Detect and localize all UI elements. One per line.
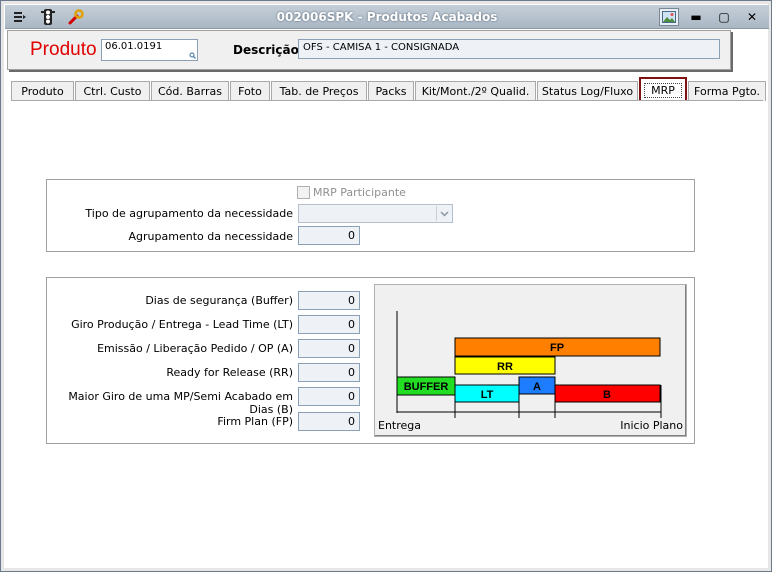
mrp-participante-row[interactable]: MRP Participante bbox=[297, 186, 406, 199]
produto-field[interactable]: 06.01.0191 bbox=[101, 39, 198, 61]
window-title: 002006SPK - Produtos Acabados bbox=[276, 10, 498, 24]
lt-block-label: LT bbox=[481, 389, 494, 401]
produto-value: 06.01.0191 bbox=[105, 41, 163, 52]
tipo-agrupamento-select[interactable] bbox=[298, 204, 453, 223]
image-icon[interactable] bbox=[659, 8, 679, 26]
firm-plan-label: Firm Plan (FP) bbox=[217, 415, 293, 428]
tab-label: Produto bbox=[21, 85, 64, 98]
tab-label: Cód. Barras bbox=[158, 85, 222, 98]
inicio-plano-label: Inicio Plano bbox=[620, 419, 683, 432]
a-block-label: A bbox=[533, 381, 541, 393]
buffer-input[interactable]: 0 bbox=[298, 291, 360, 310]
tab-label: Foto bbox=[238, 85, 262, 98]
rr-block-label: RR bbox=[497, 361, 513, 373]
tab-packs[interactable]: Packs bbox=[368, 81, 414, 101]
buffer-block-label: BUFFER bbox=[404, 381, 449, 393]
buffer-label: Dias de segurança (Buffer) bbox=[145, 294, 293, 307]
mrp-days-group: Dias de segurança (Buffer) 0 Giro Produç… bbox=[46, 277, 695, 444]
lead-time-input[interactable]: 0 bbox=[298, 315, 360, 334]
descricao-label: Descrição bbox=[233, 43, 299, 57]
emissao-label: Emissão / Liberação Pedido / OP (A) bbox=[97, 342, 293, 355]
tab-label: Tab. de Preços bbox=[279, 85, 359, 98]
tab-divider bbox=[11, 100, 763, 101]
fp-block-label: FP bbox=[550, 342, 564, 354]
tab-label: Status Log/Fluxo bbox=[541, 85, 634, 98]
tab-label: Forma Pgto. bbox=[694, 85, 760, 98]
lookup-icon[interactable] bbox=[189, 52, 196, 59]
maior-giro-input[interactable]: 0 bbox=[298, 387, 360, 406]
firm-plan-input[interactable]: 0 bbox=[298, 412, 360, 431]
minimize-button[interactable]: ▬ bbox=[685, 8, 707, 26]
emissao-input[interactable]: 0 bbox=[298, 339, 360, 358]
agrupamento-input[interactable]: 0 bbox=[298, 226, 360, 245]
descricao-field[interactable]: OFS - CAMISA 1 - CONSIGNADA bbox=[298, 39, 720, 59]
tab-ctrl-custo[interactable]: Ctrl. Custo bbox=[75, 81, 150, 101]
tab-produto[interactable]: Produto bbox=[11, 81, 74, 101]
tipo-agrupamento-label: Tipo de agrupamento da necessidade bbox=[85, 207, 293, 220]
agrupamento-label: Agrupamento da necessidade bbox=[128, 230, 293, 243]
timeline-svg: FP RR BUFFER LT A B Entrega Inicio Plano bbox=[378, 311, 683, 432]
tab-cod-barras[interactable]: Cód. Barras bbox=[151, 81, 229, 101]
mrp-participante-checkbox[interactable] bbox=[297, 186, 310, 199]
title-bar: 002006SPK - Produtos Acabados ▬ ▢ ✕ bbox=[5, 5, 769, 29]
tab-foto[interactable]: Foto bbox=[230, 81, 270, 101]
tab-forma-pgto[interactable]: Forma Pgto. bbox=[688, 81, 766, 101]
app-window: 002006SPK - Produtos Acabados ▬ ▢ ✕ Prod… bbox=[0, 0, 772, 572]
tab-label: MRP bbox=[644, 82, 682, 98]
mrp-participante-label: MRP Participante bbox=[313, 186, 406, 199]
ready-release-input[interactable]: 0 bbox=[298, 363, 360, 382]
entrega-label: Entrega bbox=[378, 419, 421, 432]
descricao-value: OFS - CAMISA 1 - CONSIGNADA bbox=[303, 42, 460, 53]
window-controls: ▬ ▢ ✕ bbox=[659, 8, 763, 26]
mrp-settings-group: MRP Participante Tipo de agrupamento da … bbox=[46, 179, 695, 252]
mrp-timeline-diagram: FP RR BUFFER LT A B Entrega Inicio Plano bbox=[374, 284, 687, 437]
maior-giro-label: Maior Giro de uma MP/Semi Acabado em Dia… bbox=[68, 390, 293, 416]
tab-bar: Produto Ctrl. Custo Cód. Barras Foto Tab… bbox=[11, 77, 767, 101]
lead-time-label: Giro Produção / Entrega - Lead Time (LT) bbox=[71, 318, 293, 331]
produto-label: Produto bbox=[30, 39, 97, 60]
ready-release-label: Ready for Release (RR) bbox=[166, 366, 293, 379]
tab-label: Ctrl. Custo bbox=[83, 85, 142, 98]
chevron-down-icon[interactable] bbox=[436, 206, 451, 221]
tab-mrp[interactable]: MRP bbox=[639, 77, 687, 101]
product-header: Produto 06.01.0191 Descrição OFS - CAMIS… bbox=[7, 30, 731, 70]
b-block-label: B bbox=[603, 389, 611, 401]
tab-status-log[interactable]: Status Log/Fluxo bbox=[537, 81, 638, 101]
maximize-button[interactable]: ▢ bbox=[713, 8, 735, 26]
tab-kit-mont[interactable]: Kit/Mont./2º Qualid. bbox=[415, 81, 536, 101]
tab-label: Kit/Mont./2º Qualid. bbox=[421, 85, 530, 98]
tab-label: Packs bbox=[375, 85, 407, 98]
close-button[interactable]: ✕ bbox=[741, 8, 763, 26]
tab-tab-precos[interactable]: Tab. de Preços bbox=[271, 81, 367, 101]
